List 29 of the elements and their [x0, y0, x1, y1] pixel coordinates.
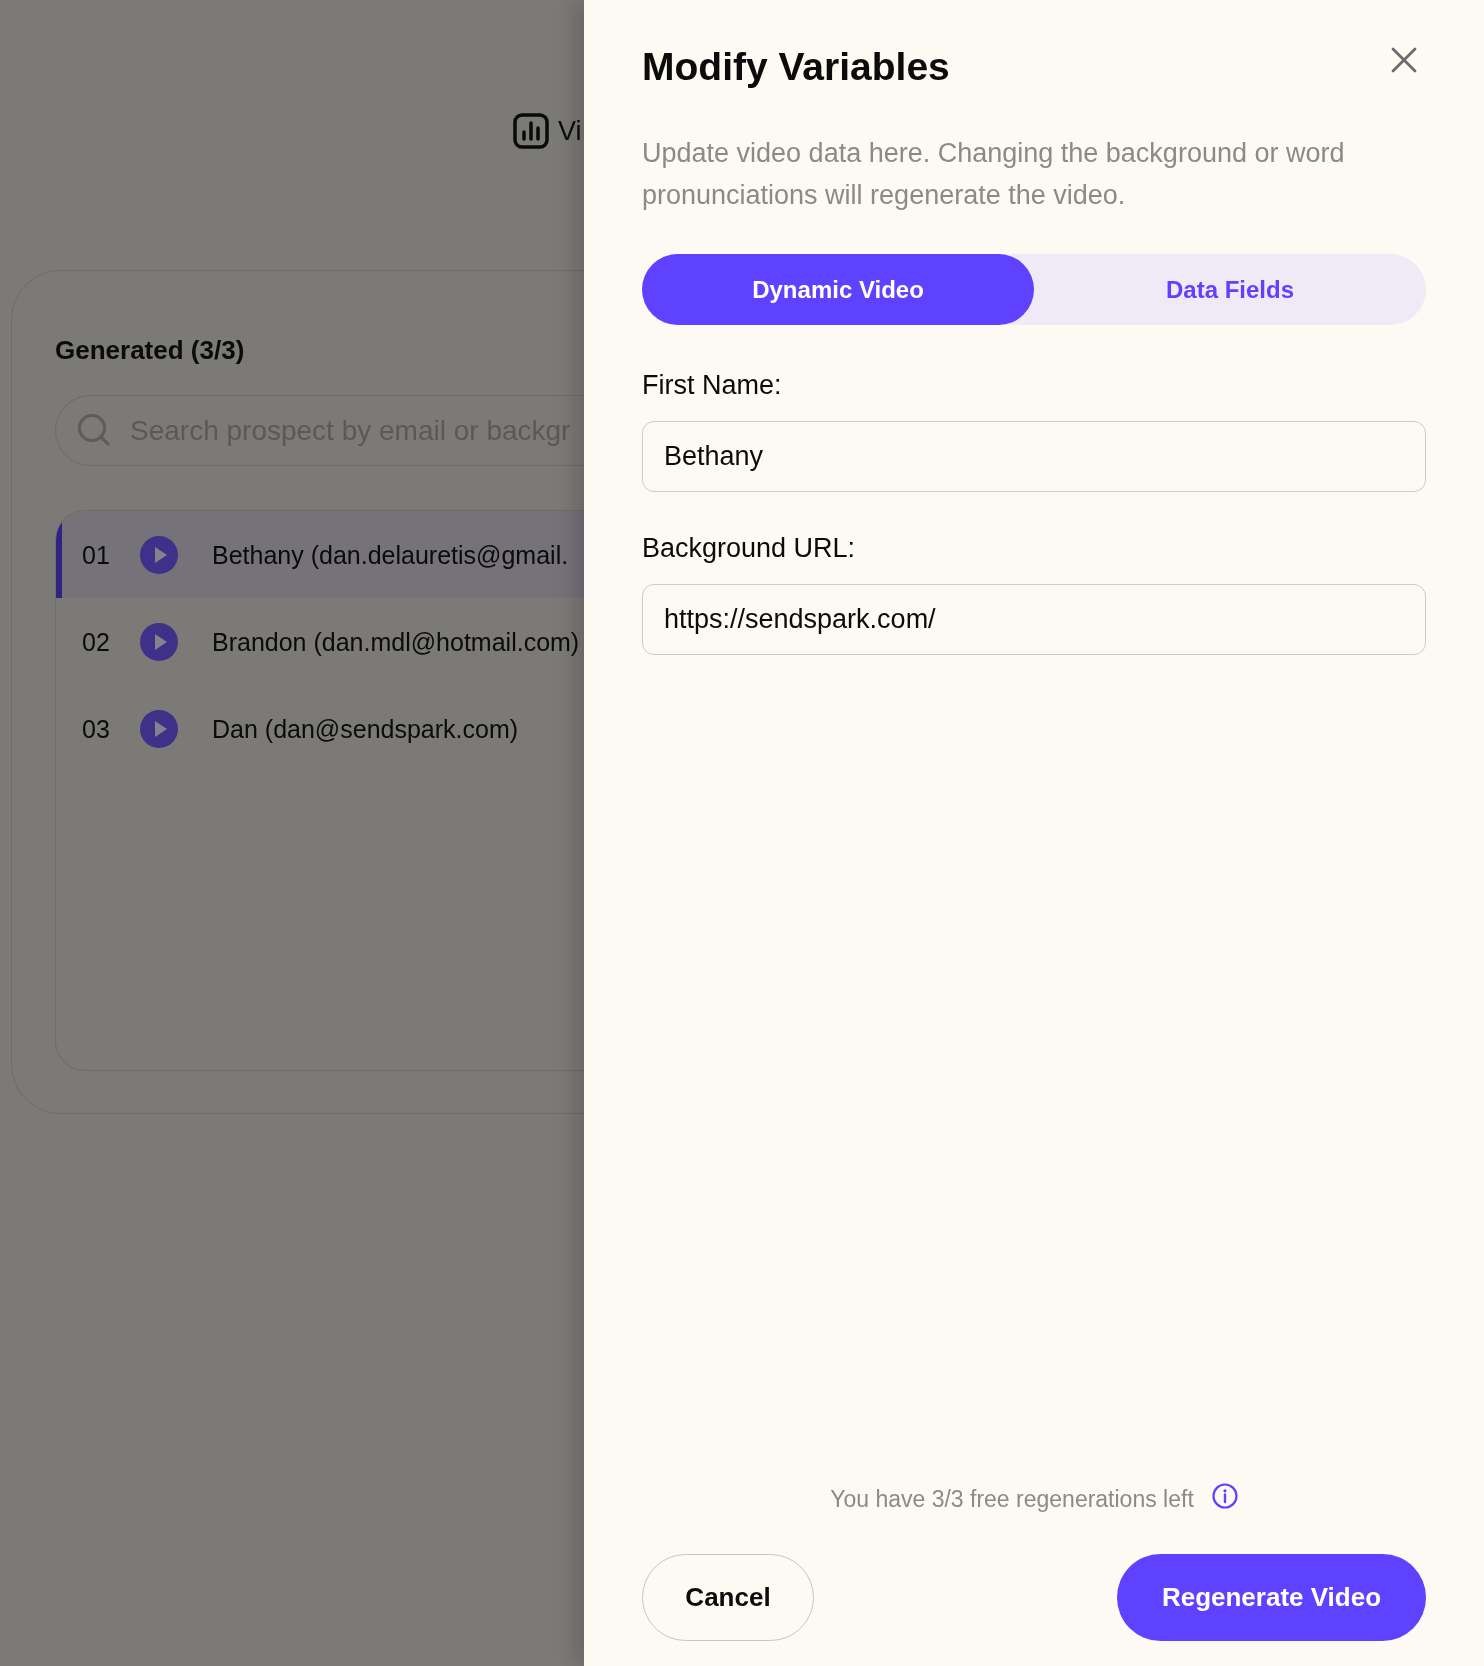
row-number: 03 [82, 713, 111, 744]
card-title: Generated (3/3) [55, 335, 246, 365]
prospect-name: Brandon (dan.mdl@hotmail.com) [212, 626, 580, 657]
prospect-row[interactable]: 02 Brandon (dan.mdl@hotmail.com) [56, 598, 584, 685]
play-icon[interactable] [140, 535, 178, 574]
field-label: First Name: [642, 369, 783, 401]
regenerations-note: You have 3/3 free regenerations left [830, 1485, 1194, 1514]
search-icon [77, 413, 111, 447]
toolbar-label[interactable]: Vi [558, 114, 582, 148]
prospect-row[interactable]: 03 Dan (dan@sendspark.com) [56, 685, 584, 772]
tab[interactable]: Data Fields [1034, 254, 1426, 325]
text-input-field[interactable]: Bethany [642, 421, 1426, 492]
text-input-field[interactable]: https://sendspark.com/ [642, 584, 1426, 655]
panel-description: Update video data here. Changing the background or word pronunciations will regenerate the video. [642, 137, 1346, 212]
play-icon[interactable] [140, 709, 178, 748]
bar-chart-icon[interactable] [513, 113, 549, 149]
panel-title: Modify Variables [642, 44, 950, 90]
row-number: 01 [82, 539, 111, 570]
field-label: Background URL: [642, 532, 857, 564]
row-number: 02 [82, 626, 111, 657]
prospect-name: Bethany (dan.delauretis@gmail. [212, 539, 569, 570]
prospect-name: Dan (dan@sendspark.com) [212, 713, 519, 744]
prospect-row[interactable]: 01 Bethany (dan.delauretis@gmail. [56, 511, 584, 598]
play-icon[interactable] [140, 622, 178, 661]
info-icon[interactable] [1211, 1483, 1238, 1509]
cancel-button[interactable]: Cancel [642, 1554, 814, 1641]
regenerate-button[interactable]: Regenerate Video [1117, 1554, 1426, 1641]
close-icon[interactable] [1390, 46, 1418, 74]
tab[interactable]: Dynamic Video [642, 254, 1034, 325]
